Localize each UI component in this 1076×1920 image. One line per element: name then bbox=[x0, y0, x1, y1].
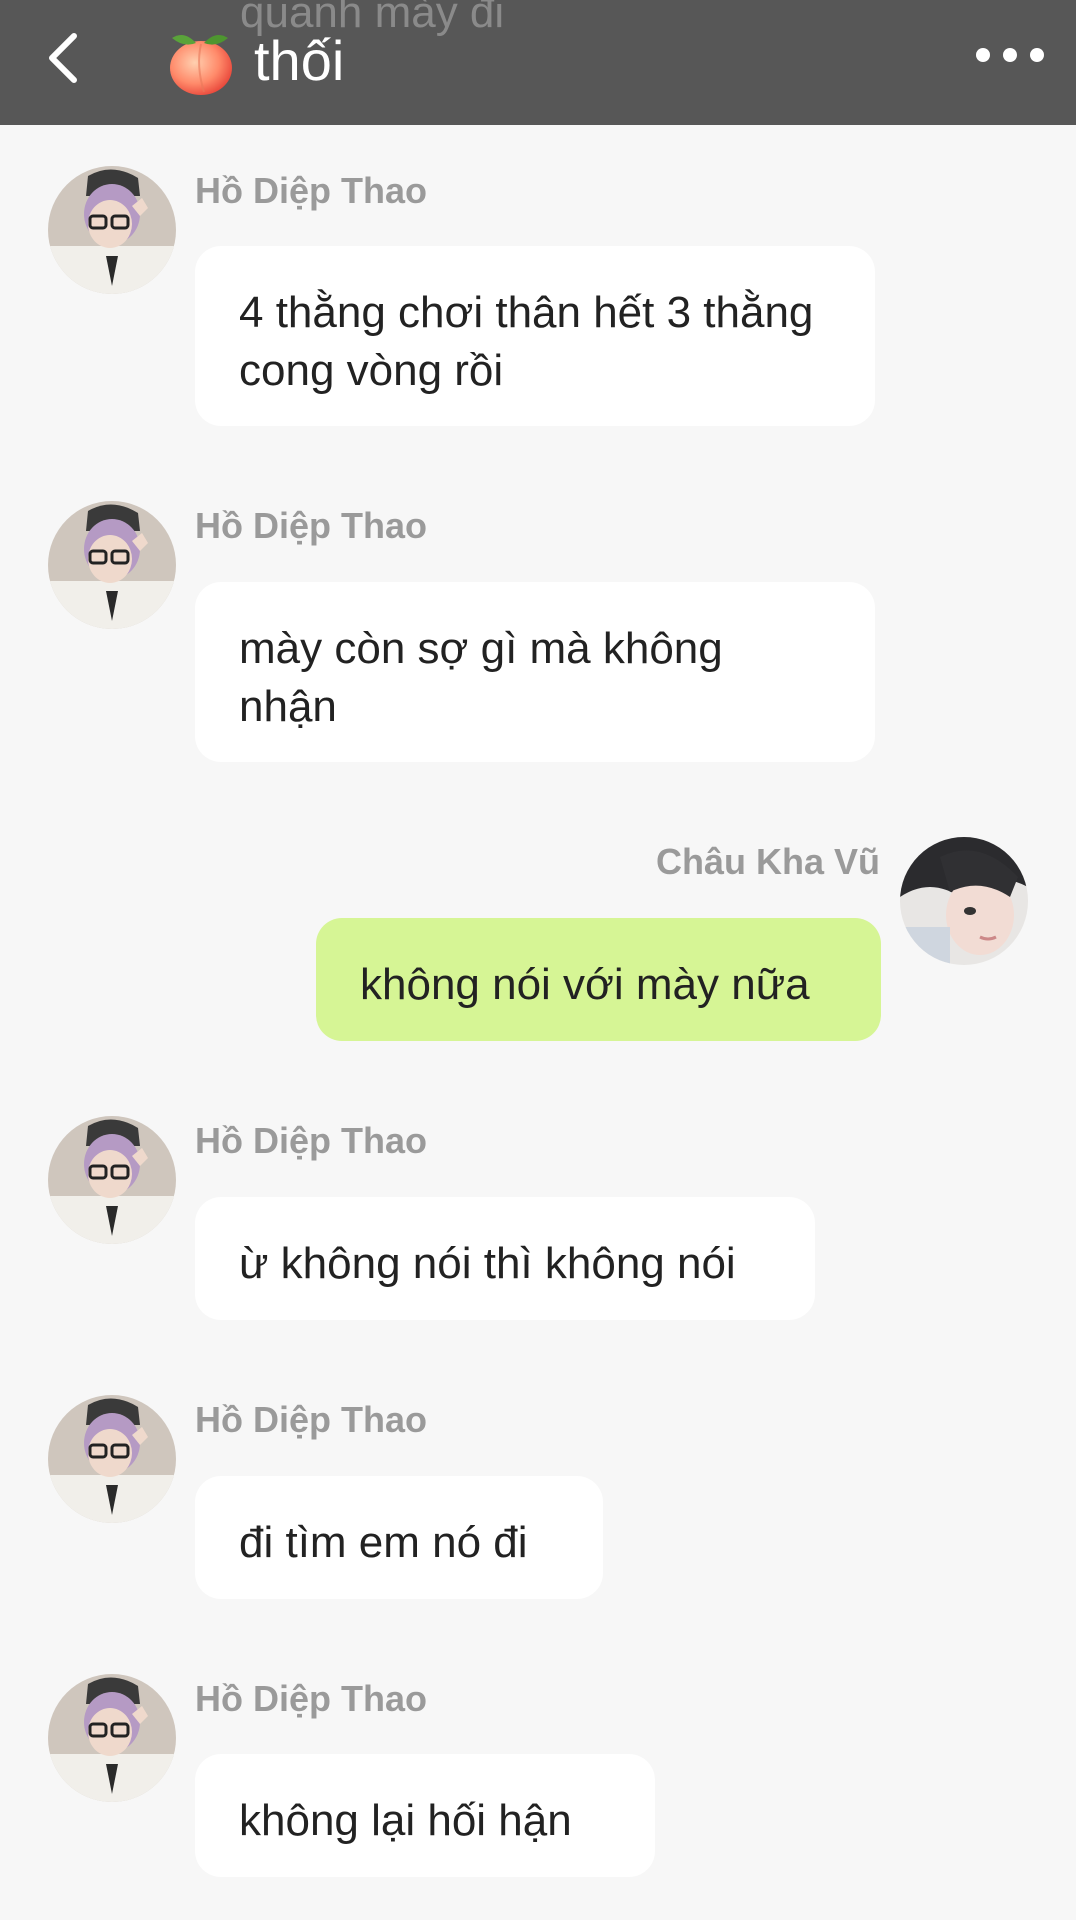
more-horizontal-icon[interactable] bbox=[976, 48, 1044, 64]
message-bubble[interactable]: đi tìm em nó đi bbox=[195, 1476, 603, 1599]
avatar[interactable] bbox=[48, 1116, 176, 1244]
avatar[interactable] bbox=[48, 166, 176, 294]
avatar-photo bbox=[48, 1116, 176, 1244]
chat-header: quanh mày đi thối bbox=[0, 0, 1076, 125]
message-bubble[interactable]: 4 thằng chơi thân hết 3 thằng cong vòng … bbox=[195, 246, 875, 426]
avatar[interactable] bbox=[48, 501, 176, 629]
chat-title: thối bbox=[254, 29, 345, 92]
avatar-photo bbox=[48, 166, 176, 294]
sender-name: Hồ Diệp Thao bbox=[195, 1678, 427, 1719]
avatar-photo bbox=[48, 1395, 176, 1523]
avatar-photo bbox=[48, 501, 176, 629]
message-bubble[interactable]: ừ không nói thì không nói bbox=[195, 1197, 815, 1320]
sender-name: Hồ Diệp Thao bbox=[195, 1120, 427, 1161]
message-bubble[interactable]: mày còn sợ gì mà không nhận bbox=[195, 582, 875, 762]
peach-emoji-icon bbox=[170, 34, 232, 95]
avatar[interactable] bbox=[900, 837, 1028, 965]
message-bubble[interactable]: không lại hối hận bbox=[195, 1754, 655, 1877]
avatar[interactable] bbox=[48, 1395, 176, 1523]
avatar-photo bbox=[48, 1674, 176, 1802]
message-bubble[interactable]: không nói với mày nữa bbox=[316, 918, 881, 1041]
avatar[interactable] bbox=[48, 1674, 176, 1802]
chevron-left-icon[interactable] bbox=[40, 28, 90, 88]
sender-name: Hồ Diệp Thao bbox=[195, 505, 427, 546]
avatar-photo bbox=[900, 837, 1028, 965]
sender-name: Châu Kha Vũ bbox=[655, 841, 880, 882]
sender-name: Hồ Diệp Thao bbox=[195, 1399, 427, 1440]
sender-name: Hồ Diệp Thao bbox=[195, 170, 427, 211]
